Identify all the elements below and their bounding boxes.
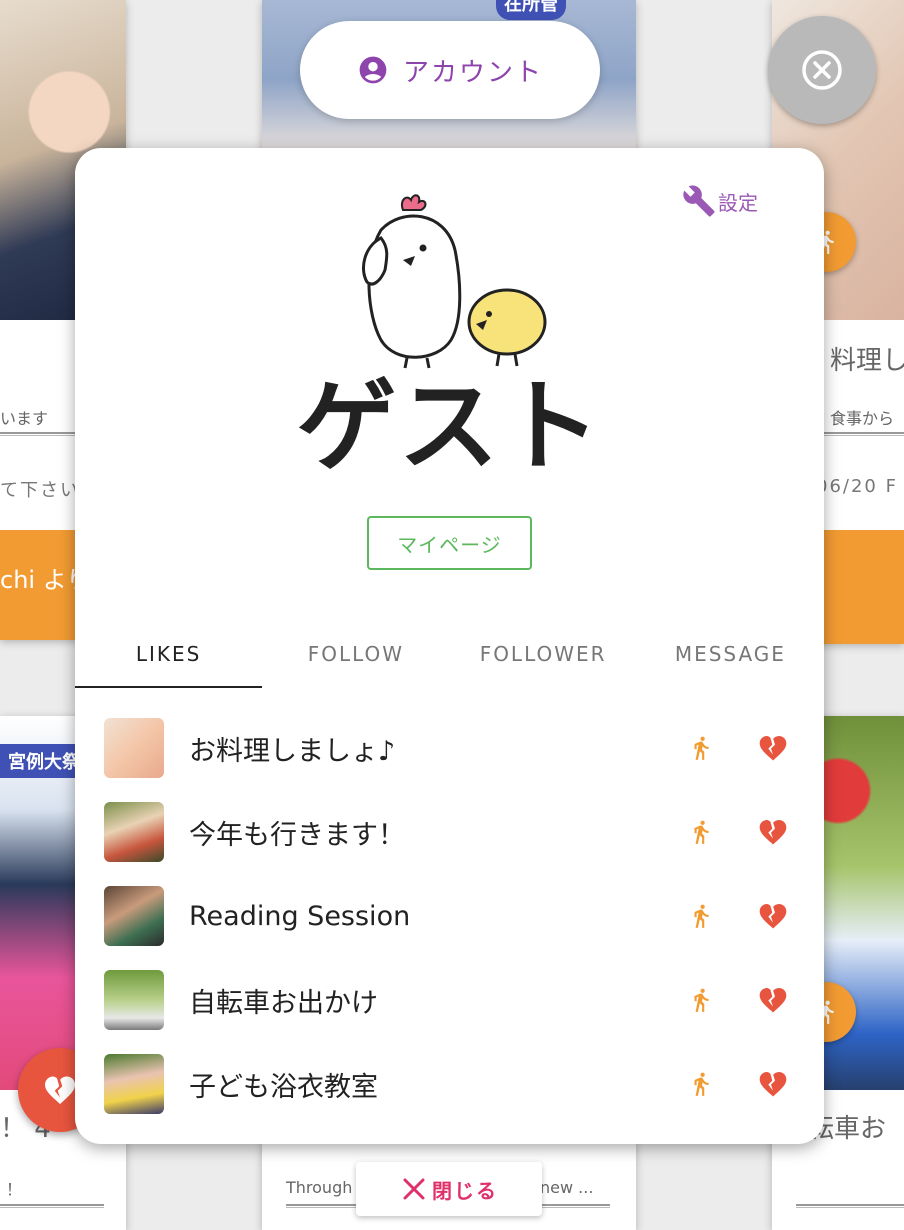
tab-likes[interactable]: LIKES [75,620,263,688]
likes-list: お料理しましょ♪ 今年も行きます！ Reading Session 自転車お出か… [75,706,824,1126]
event-title: 今年も行きます！ [189,819,405,851]
event-title: Reading Session [189,900,411,932]
heart-broken-icon [759,988,787,1013]
tab-message[interactable]: MESSAGE [637,620,824,688]
close-button[interactable]: 閉じる [356,1162,542,1216]
heart-broken-icon [759,736,787,761]
heart-broken-icon [759,904,787,929]
user-name: ゲスト [296,368,603,485]
join-button[interactable] [683,898,719,934]
walk-icon [694,904,709,928]
list-item[interactable]: 自転車お出かけ [75,958,824,1042]
card-subtitle: います [0,409,49,428]
card-date: 06/20 F [816,476,898,497]
card-title: 料理し [830,346,904,376]
unlike-button[interactable] [753,1066,793,1102]
card-subtitle: 食事から [830,409,895,428]
walk-icon [694,820,709,844]
heart-broken-icon [759,1072,787,1097]
close-circle-icon [802,50,842,90]
card-date: て下さい [0,480,80,501]
settings-button[interactable]: 設定 [682,184,758,218]
settings-label: 設定 [718,190,758,215]
account-circle-icon [359,56,387,84]
join-button[interactable] [683,1066,719,1102]
unlike-button[interactable] [753,982,793,1018]
account-modal: 設定 ゲスト マイページ LIKES FOLLOW FOLLOWER MESSA… [75,148,824,1144]
unlike-button[interactable] [753,814,793,850]
walk-icon [694,736,709,760]
close-fab[interactable] [768,16,876,124]
card-tag: 在所管 [496,0,566,20]
list-item[interactable]: Reading Session [75,874,824,958]
list-item[interactable]: 今年も行きます！ [75,790,824,874]
card-divider [824,432,904,436]
tab-follower[interactable]: FOLLOWER [450,620,637,688]
mascot-illustration [362,194,547,369]
card-text-right: new ... [540,1178,594,1197]
account-button[interactable]: アカウント [300,21,600,119]
profile-tabs: LIKES FOLLOW FOLLOWER MESSAGE [75,620,824,688]
walk-icon [694,988,709,1012]
unlike-button[interactable] [753,730,793,766]
event-thumbnail [104,802,164,862]
join-button[interactable] [683,982,719,1018]
join-button[interactable] [683,814,719,850]
close-label: 閉じる [432,1178,498,1203]
event-thumbnail [104,718,164,778]
card-divider [0,1204,104,1208]
unlike-button[interactable] [753,898,793,934]
tab-follow[interactable]: FOLLOW [262,620,449,688]
list-item[interactable]: 子ども浴衣教室 [75,1042,824,1126]
event-title: 自転車お出かけ [189,987,378,1019]
card-divider [796,1204,904,1208]
join-button[interactable] [683,730,719,766]
event-title: お料理しましょ♪ [189,735,396,767]
heart-broken-icon [759,820,787,845]
heart-broken-icon [45,1076,75,1105]
list-item[interactable]: お料理しましょ♪ [75,706,824,790]
card-subtitle: ！ [6,1180,23,1199]
close-icon [403,1178,425,1200]
card-text-left: Through [286,1178,353,1197]
mypage-button[interactable]: マイページ [367,516,532,570]
wrench-icon [683,185,715,217]
event-thumbnail [104,970,164,1030]
event-thumbnail [104,886,164,946]
walk-icon [694,1072,709,1096]
event-title: 子ども浴衣教室 [189,1071,378,1103]
event-thumbnail [104,1054,164,1114]
account-label: アカウント [402,57,543,88]
